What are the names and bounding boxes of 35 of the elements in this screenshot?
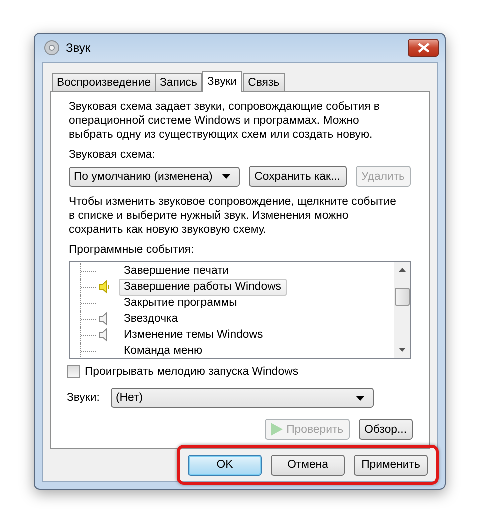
dropdown-arrow-icon bbox=[356, 396, 365, 400]
event-item[interactable]: Завершение работы Windows bbox=[119, 278, 286, 296]
hint-text: Чтобы изменить звуковое сопровождение, щелкните событие в списке и выберите нужный звук. Изменения можно сохранить как новую звуковую схему. bbox=[69, 195, 398, 237]
events-list[interactable]: Завершение печати Завершение работы Windows Закрытие программы Звездочка Изменение темы Windows Команда меню bbox=[69, 261, 411, 359]
play-icon bbox=[270, 423, 283, 436]
event-item[interactable]: Завершение печати bbox=[119, 262, 234, 280]
scroll-up-icon bbox=[398, 268, 406, 272]
event-item[interactable]: Звездочка bbox=[119, 310, 184, 328]
browse-button[interactable]: Обзор... bbox=[358, 419, 413, 440]
dropdown-arrow-icon bbox=[222, 174, 231, 179]
tab[interactable]: Запись bbox=[155, 73, 202, 91]
sounds-label: Звуки: bbox=[67, 392, 101, 404]
scrollbar[interactable] bbox=[394, 262, 410, 358]
window-title: Звук bbox=[66, 41, 92, 55]
save-as-button[interactable]: Сохранить как... bbox=[248, 166, 346, 187]
cancel-button[interactable]: Отмена bbox=[271, 454, 345, 476]
tab[interactable]: Звуки bbox=[202, 71, 242, 92]
close-icon bbox=[418, 43, 430, 53]
event-item[interactable]: Закрытие программы bbox=[119, 294, 242, 312]
tab[interactable]: Связь bbox=[243, 73, 285, 91]
event-item[interactable]: Команда меню bbox=[119, 342, 208, 358]
ok-button[interactable]: OK bbox=[188, 454, 262, 476]
description-text: Звуковая схема задает звуки, сопровождающие события в операционной системе Windows и программах. Можно выбрать одну из существующих схем или создать новую. bbox=[69, 100, 381, 142]
scroll-down-icon bbox=[398, 348, 406, 352]
events-label: Программные события: bbox=[69, 244, 196, 256]
close-button[interactable] bbox=[408, 39, 439, 57]
apply-button[interactable]: Применить bbox=[354, 454, 428, 476]
checkbox-label: Проигрывать мелодию запуска Windows bbox=[85, 366, 299, 378]
scheme-dropdown[interactable]: По умолчанию (изменена) bbox=[69, 166, 240, 186]
checkbox[interactable] bbox=[67, 365, 80, 378]
scheme-label: Звуковая схема: bbox=[69, 149, 156, 161]
sounds-dropdown[interactable]: (Нет) bbox=[111, 388, 374, 408]
tab[interactable]: Воспроизведение bbox=[52, 73, 156, 91]
scroll-thumb[interactable] bbox=[394, 288, 410, 306]
event-item[interactable]: Изменение темы Windows bbox=[119, 326, 268, 344]
